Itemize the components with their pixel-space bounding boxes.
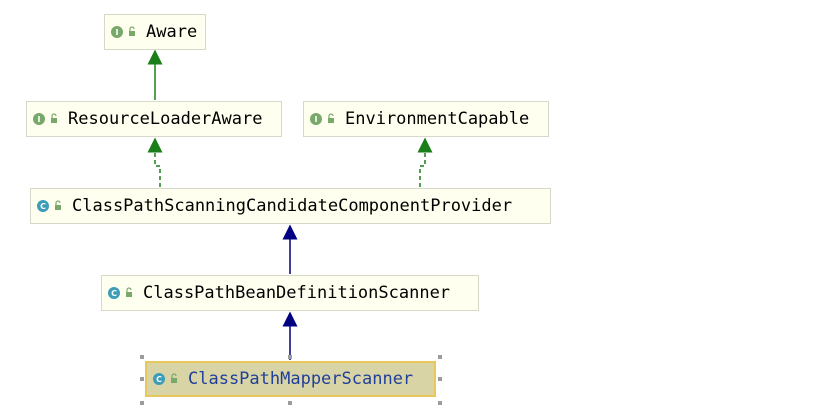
node-label: ClassPathBeanDefinitionScanner — [143, 283, 451, 303]
node-aware[interactable]: I Aware — [104, 14, 206, 50]
interface-icon: I — [33, 113, 45, 125]
selection-handle-top-center[interactable] — [288, 355, 292, 359]
lock-icon — [129, 26, 135, 36]
selection-handle-top-right[interactable] — [438, 355, 442, 359]
lock-icon — [126, 287, 132, 297]
selection-handle-bottom-left[interactable] — [140, 401, 144, 405]
interface-icon: I — [111, 26, 123, 38]
node-label: EnvironmentCapable — [345, 109, 530, 129]
class-icon: C — [108, 287, 120, 299]
selection-handle-top-left[interactable] — [140, 355, 144, 359]
selection-handle-middle-left[interactable] — [140, 377, 144, 381]
node-label: ClassPathScanningCandidateComponentProvi… — [72, 196, 513, 216]
lock-icon — [171, 373, 177, 383]
node-label: Aware — [146, 22, 198, 42]
node-classpath-mapper-scanner[interactable]: C ClassPathMapperScanner — [145, 361, 436, 397]
selection-handle-middle-right[interactable] — [438, 377, 442, 381]
selection-handle-bottom-center[interactable] — [288, 401, 292, 405]
node-resource-loader-aware[interactable]: I ResourceLoaderAware — [26, 101, 282, 137]
lock-icon — [55, 200, 61, 210]
node-label: ClassPathMapperScanner — [188, 369, 414, 389]
class-icon: C — [153, 373, 165, 385]
lock-icon — [328, 113, 334, 123]
interface-icon: I — [310, 113, 322, 125]
class-icon: C — [37, 200, 49, 212]
node-environment-capable[interactable]: I EnvironmentCapable — [303, 101, 549, 137]
node-classpath-bean-definition-scanner[interactable]: C ClassPathBeanDefinitionScanner — [101, 275, 479, 311]
node-label: ResourceLoaderAware — [68, 109, 263, 129]
edge-provider-to-environmentcapable — [417, 137, 433, 187]
edge-provider-to-resourceloaderaware — [147, 137, 163, 187]
selection-handle-bottom-right[interactable] — [438, 401, 442, 405]
node-classpath-scanning-candidate-component-provider[interactable]: C ClassPathScanningCandidateComponentPro… — [30, 188, 551, 224]
lock-icon — [51, 113, 57, 123]
